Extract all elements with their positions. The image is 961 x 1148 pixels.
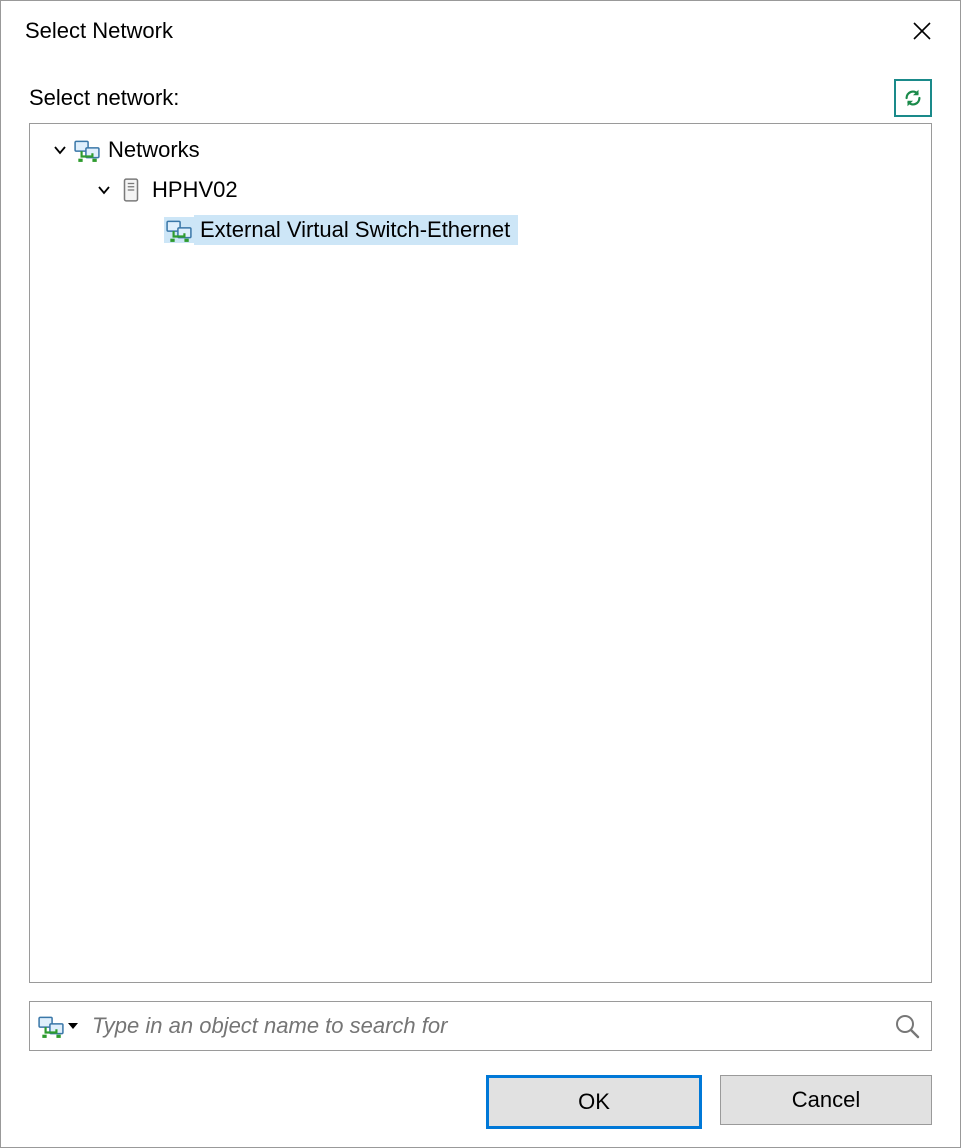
search-type-selector[interactable] (38, 1013, 84, 1039)
tree-node-label: HPHV02 (146, 175, 246, 205)
dropdown-caret-icon (68, 1021, 78, 1031)
select-network-label: Select network: (29, 85, 894, 111)
chevron-down-icon (97, 183, 111, 197)
search-button[interactable] (889, 1008, 925, 1044)
server-icon (116, 177, 146, 203)
ok-button[interactable]: OK (486, 1075, 702, 1129)
close-button[interactable] (894, 9, 950, 53)
expand-toggle[interactable] (48, 143, 72, 157)
refresh-icon (902, 87, 924, 109)
tree-node-host[interactable]: HPHV02 (30, 170, 931, 210)
tree-node-label: External Virtual Switch-Ethernet (194, 215, 518, 245)
network-switch-icon (38, 1013, 64, 1039)
tree-node-label: Networks (102, 135, 208, 165)
tree-node-vswitch[interactable]: External Virtual Switch-Ethernet (30, 210, 931, 250)
network-tree[interactable]: Networks HPHV02 External Virtual Switch-… (29, 123, 932, 983)
tree-node-networks[interactable]: Networks (30, 130, 931, 170)
refresh-button[interactable] (894, 79, 932, 117)
cancel-button[interactable]: Cancel (720, 1075, 932, 1125)
expand-toggle[interactable] (92, 183, 116, 197)
search-box (29, 1001, 932, 1051)
networks-icon (72, 137, 102, 163)
select-network-dialog: Select Network Select network: (0, 0, 961, 1148)
search-input[interactable] (84, 1013, 889, 1039)
button-label: Cancel (792, 1087, 860, 1113)
dialog-footer: OK Cancel (29, 1075, 932, 1129)
label-row: Select network: (29, 79, 932, 117)
search-icon (894, 1013, 920, 1039)
titlebar: Select Network (1, 1, 960, 61)
chevron-down-icon (53, 143, 67, 157)
close-icon (912, 21, 932, 41)
dialog-body: Select network: (1, 61, 960, 1147)
window-title: Select Network (25, 18, 894, 44)
button-label: OK (578, 1089, 610, 1115)
network-switch-icon (164, 217, 194, 243)
